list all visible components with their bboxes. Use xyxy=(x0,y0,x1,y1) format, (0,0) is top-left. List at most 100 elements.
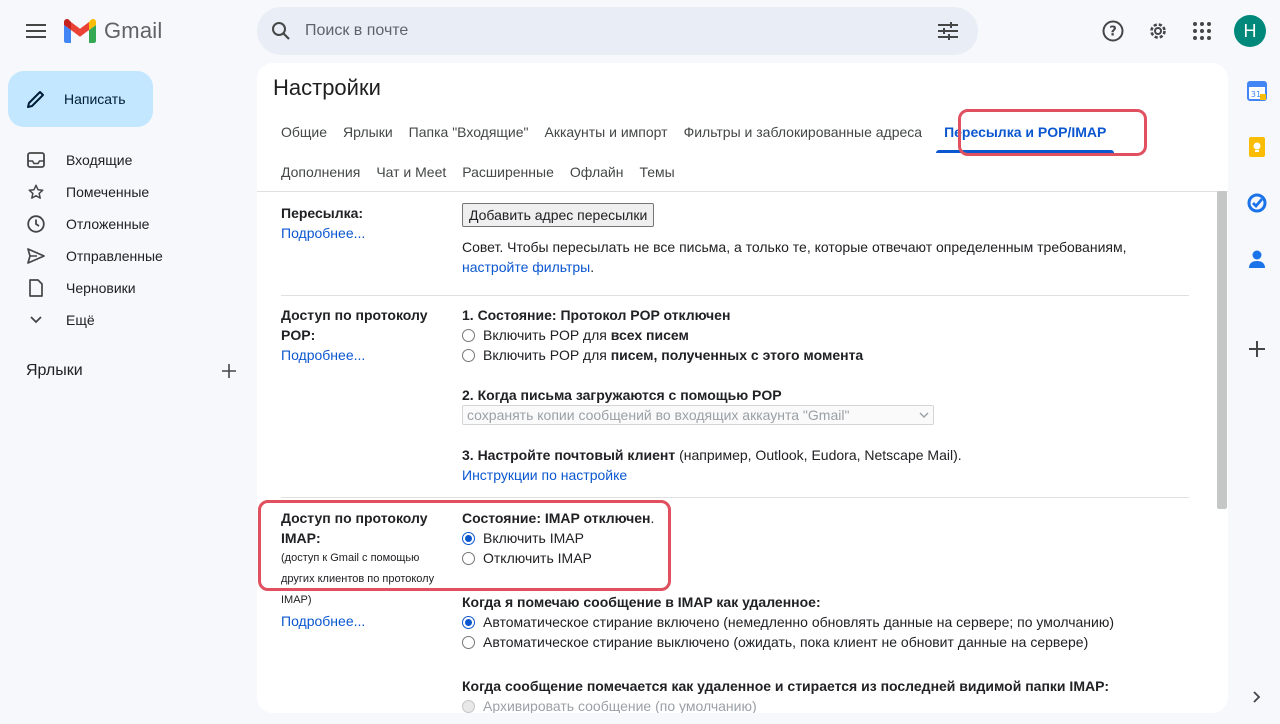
tab-offline[interactable]: Офлайн xyxy=(562,156,632,188)
expunge-on-radio[interactable] xyxy=(462,615,475,629)
clock-icon xyxy=(27,215,45,233)
tab-inbox[interactable]: Папка "Входящие" xyxy=(401,116,537,148)
pop-section: Доступ по протоколу POP: Подробнее... 1.… xyxy=(281,305,1189,485)
pop-opt2-bold: писем, полученных с этого момента xyxy=(610,347,864,363)
tune-icon xyxy=(938,22,958,40)
expunge-on-label: Автоматическое стирание включено (немедл… xyxy=(483,614,1115,630)
add-forwarding-address-button[interactable]: Добавить адрес пересылки xyxy=(462,203,655,227)
section-divider xyxy=(281,497,1189,498)
pop-option-label: Включить POP для писем, полученных с это… xyxy=(483,345,863,365)
forwarding-section: Пересылка: Подробнее... Добавить адрес п… xyxy=(281,203,1189,283)
chevron-down-icon xyxy=(30,316,42,324)
gear-icon xyxy=(1150,23,1166,39)
contacts-icon xyxy=(1249,250,1265,268)
pop-enable-new-radio[interactable] xyxy=(462,348,475,362)
compose-button[interactable]: Написать xyxy=(8,71,153,127)
logo-text: Gmail xyxy=(104,18,163,43)
pop-instructions-link[interactable]: Инструкции по настройке xyxy=(462,465,1182,485)
archive-option[interactable]: Архивировать сообщение (по умолчанию) xyxy=(462,696,1182,713)
sidebar-item-label: Отложенные xyxy=(66,216,150,232)
scrollbar[interactable] xyxy=(1216,191,1228,713)
forwarding-label: Пересылка: xyxy=(281,205,364,221)
account-avatar[interactable]: Н xyxy=(1234,15,1266,47)
main-menu-button[interactable] xyxy=(14,9,58,53)
sidebar-nav: Входящие Помеченные Отложенные Отправлен… xyxy=(0,144,256,336)
pop-step3-bold: 3. Настройте почтовый клиент xyxy=(462,447,676,463)
archive-label: Архивировать сообщение (по умолчанию) xyxy=(483,698,757,713)
search-button[interactable] xyxy=(257,7,305,55)
pop-opt2-prefix: Включить POP для xyxy=(483,347,611,363)
page-title: Настройки xyxy=(273,75,381,100)
sidebar-item-more[interactable]: Ещё xyxy=(0,304,256,336)
tab-advanced[interactable]: Расширенные xyxy=(454,156,562,188)
show-side-panel-button[interactable] xyxy=(1244,684,1270,710)
imap-highlight xyxy=(258,500,671,591)
sidebar-item-drafts[interactable]: Черновики xyxy=(0,272,256,304)
forwarding-body: Добавить адрес пересылки Совет. Чтобы пе… xyxy=(462,203,1182,277)
sidebar-item-label: Ещё xyxy=(66,312,95,328)
apps-button[interactable] xyxy=(1180,9,1224,53)
tab-addons[interactable]: Дополнения xyxy=(273,156,368,188)
create-filter-link[interactable]: настройте фильтры xyxy=(462,259,590,275)
pop-enable-all-option[interactable]: Включить POP для всех писем xyxy=(462,325,1182,345)
settings-button[interactable] xyxy=(1136,9,1180,53)
pop-step3-rest: (например, Outlook, Eudora, Netscape Mai… xyxy=(675,447,962,463)
pop-step2: 2. Когда письма загружаются с помощью PO… xyxy=(462,387,782,403)
gmail-logo[interactable]: Gmail xyxy=(64,17,162,45)
compose-label: Написать xyxy=(64,91,126,107)
hamburger-icon xyxy=(26,24,46,38)
chevron-right-icon xyxy=(1253,691,1261,703)
search-options-button[interactable] xyxy=(924,7,972,55)
pop-label-line2: POP: xyxy=(281,327,316,343)
imap-label-small3: IMAP) xyxy=(281,594,312,606)
forwarding-tip-text: Совет. Чтобы пересылать не все письма, а… xyxy=(462,239,1127,255)
pop-enable-new-option[interactable]: Включить POP для писем, полученных с это… xyxy=(462,345,1182,365)
get-addons-button[interactable] xyxy=(1244,336,1270,362)
tab-labels[interactable]: Ярлыки xyxy=(335,116,401,148)
tab-themes[interactable]: Темы xyxy=(631,156,682,188)
expunge-on-option[interactable]: Автоматическое стирание включено (немедл… xyxy=(462,612,1182,632)
help-icon: ? xyxy=(1102,20,1124,42)
sidebar-item-label: Помеченные xyxy=(66,184,150,200)
expunge-off-option[interactable]: Автоматическое стирание выключено (ожида… xyxy=(462,632,1182,652)
forwarding-tip-end: . xyxy=(590,259,595,275)
forwarding-more-link[interactable]: Подробнее... xyxy=(281,223,457,243)
svg-text:?: ? xyxy=(1109,25,1117,40)
contacts-app-button[interactable] xyxy=(1244,246,1270,272)
expunge-off-radio[interactable] xyxy=(462,635,475,649)
tab-accounts[interactable]: Аккаунты и импорт xyxy=(537,116,676,148)
pop-action-select-value: сохранять копии сообщений во входящих ак… xyxy=(467,407,850,423)
help-button[interactable]: ? xyxy=(1091,9,1135,53)
sidebar-item-sent[interactable]: Отправленные xyxy=(0,240,256,272)
tasks-icon xyxy=(1247,193,1267,213)
archive-radio[interactable] xyxy=(462,699,475,713)
pop-more-link[interactable]: Подробнее... xyxy=(281,345,457,365)
imap-more-link[interactable]: Подробнее... xyxy=(281,611,457,631)
tasks-app-button[interactable] xyxy=(1244,190,1270,216)
apps-grid-icon xyxy=(1193,22,1211,40)
keep-app-button[interactable] xyxy=(1244,134,1270,160)
sidebar-item-starred[interactable]: Помеченные xyxy=(0,176,256,208)
pop-enable-all-radio[interactable] xyxy=(462,328,475,342)
pop-action-select[interactable]: сохранять копии сообщений во входящих ак… xyxy=(462,405,934,425)
search-bar[interactable] xyxy=(257,7,978,55)
sidebar-item-label: Отправленные xyxy=(66,248,163,264)
calendar-app-button[interactable]: 31 xyxy=(1244,78,1270,104)
forwarding-tip: Совет. Чтобы пересылать не все письма, а… xyxy=(462,237,1182,277)
scrollbar-thumb[interactable] xyxy=(1217,191,1227,509)
add-label-icon[interactable] xyxy=(222,364,236,378)
pop-opt1-prefix: Включить POP для xyxy=(483,327,611,343)
tab-filters[interactable]: Фильтры и заблокированные адреса xyxy=(676,116,931,148)
pop-step3: 3. Настройте почтовый клиент (например, … xyxy=(462,445,1182,465)
sidebar-item-snoozed[interactable]: Отложенные xyxy=(0,208,256,240)
plus-icon xyxy=(1249,341,1265,357)
tab-general[interactable]: Общие xyxy=(273,116,335,148)
search-input[interactable] xyxy=(305,22,924,40)
section-divider xyxy=(281,295,1189,296)
sidebar-item-inbox[interactable]: Входящие xyxy=(0,144,256,176)
pencil-icon xyxy=(27,91,44,108)
expunge-off-label: Автоматическое стирание выключено (ожида… xyxy=(483,634,1089,650)
draft-icon xyxy=(29,279,43,297)
send-icon xyxy=(27,248,45,264)
tab-chat-meet[interactable]: Чат и Meet xyxy=(368,156,454,188)
